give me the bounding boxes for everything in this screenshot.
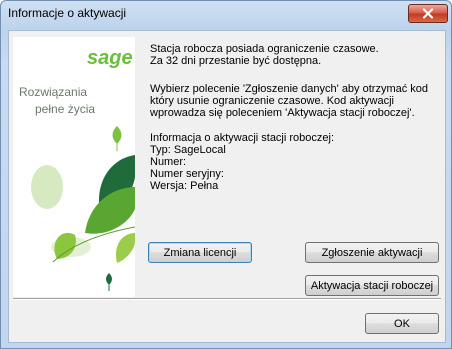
dialog-window: Informacje o aktywacji sage Rozwiązania … xyxy=(0,0,452,349)
ok-button[interactable]: OK xyxy=(365,313,439,334)
info-type: Typ: SageLocal xyxy=(150,144,226,156)
activate-station-button[interactable]: Aktywacja stacji roboczej xyxy=(305,275,439,296)
info-serial: Numer seryjny: xyxy=(150,168,224,180)
message-para2-line2: który usunie ograniczenie czasowe. Kod a… xyxy=(150,95,394,107)
info-number: Numer: xyxy=(150,156,187,168)
report-activation-button[interactable]: Zgłoszenie aktywacji xyxy=(305,242,439,263)
sage-banner: sage Rozwiązania pełne życia xyxy=(13,37,136,297)
message-para2-line3: wprowadza się poleceniem 'Aktywacja stac… xyxy=(150,107,415,119)
slogan-line2: pełne życia xyxy=(35,102,95,116)
window-title: Informacje o aktywacji xyxy=(8,6,127,20)
leaf-small-top xyxy=(112,126,122,144)
divider xyxy=(13,298,441,300)
leaf-small-bottom xyxy=(106,273,112,285)
slogan-line1: Rozwiązania xyxy=(19,85,87,99)
close-button[interactable] xyxy=(408,4,448,23)
leaf-green-large xyxy=(85,187,135,234)
change-license-button[interactable]: Zmiana licencji xyxy=(148,242,252,263)
dialog-body: sage Rozwiązania pełne życia Stacja robo… xyxy=(8,30,446,343)
leaf-bg-light xyxy=(31,165,63,209)
activation-info: Informacja o aktywacji stacji roboczej: … xyxy=(150,132,334,192)
message-block-2: Wybierz polecenie 'Zgłoszenie danych' ab… xyxy=(150,83,428,119)
message-block-1: Stacja robocza posiada ograniczenie czas… xyxy=(150,43,379,67)
info-header: Informacja o aktywacji stacji roboczej: xyxy=(150,132,335,144)
close-icon xyxy=(422,8,434,19)
message-para2-line1: Wybierz polecenie 'Zgłoszenie danych' ab… xyxy=(150,83,429,95)
sage-logo: sage xyxy=(87,47,133,69)
message-line-2: Za 32 dni przestanie być dostępna. xyxy=(150,55,322,67)
message-line-1: Stacja robocza posiada ograniczenie czas… xyxy=(150,43,379,55)
banner-artwork: sage Rozwiązania pełne życia xyxy=(19,47,136,291)
leaf-lime-right xyxy=(115,233,135,263)
title-bar[interactable]: Informacje o aktywacji xyxy=(1,1,451,27)
info-version: Wersja: Pełna xyxy=(150,180,219,192)
